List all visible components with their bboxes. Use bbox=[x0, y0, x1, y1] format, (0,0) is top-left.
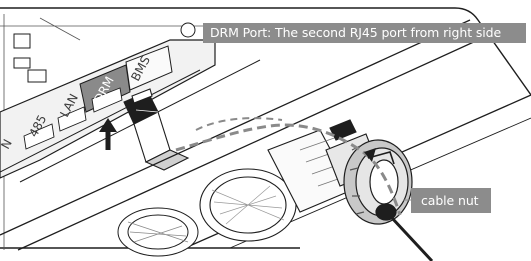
background-gland bbox=[117, 207, 199, 257]
cable-nut-callout: cable nut bbox=[411, 188, 491, 213]
drm-port-callout: DRM Port: The second RJ45 port from righ… bbox=[203, 23, 526, 43]
cable-nut bbox=[343, 139, 413, 225]
diagram-frame: N 485 LAN DRM BMS DRM Port: The second R… bbox=[0, 0, 531, 261]
